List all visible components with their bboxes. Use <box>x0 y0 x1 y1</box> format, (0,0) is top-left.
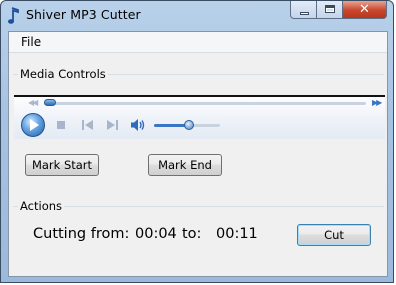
client-area: File Media Controls ◀◀ ▶▶ Mark Start Mar… <box>8 31 388 277</box>
stop-icon[interactable] <box>57 121 65 129</box>
app-window: Shiver MP3 Cutter ✕ File Media Controls … <box>0 0 394 283</box>
volume-icon[interactable] <box>130 118 146 132</box>
volume-level <box>154 124 187 127</box>
menu-bar: File <box>9 32 387 53</box>
play-icon <box>30 119 39 131</box>
actions-group <box>13 206 384 207</box>
fast-forward-icon[interactable]: ▶▶ <box>372 98 382 107</box>
to-label: to: <box>182 226 202 242</box>
seek-bar[interactable] <box>44 102 366 105</box>
media-controls-label: Media Controls <box>18 67 108 81</box>
close-button[interactable]: ✕ <box>343 1 387 19</box>
mark-end-button[interactable]: Mark End <box>148 154 222 176</box>
rewind-icon[interactable]: ◀◀ <box>28 98 38 107</box>
title-bar[interactable]: Shiver MP3 Cutter ✕ <box>1 1 393 31</box>
maximize-icon <box>325 5 335 13</box>
play-button[interactable] <box>21 113 45 137</box>
volume-thumb[interactable] <box>184 120 194 130</box>
minimize-icon <box>300 12 309 15</box>
maximize-button[interactable] <box>317 1 343 19</box>
minimize-button[interactable] <box>290 1 317 19</box>
menu-file[interactable]: File <box>21 35 41 49</box>
window-title: Shiver MP3 Cutter <box>26 7 141 22</box>
close-icon: ✕ <box>359 2 370 17</box>
media-player: ◀◀ ▶▶ <box>14 95 385 139</box>
to-time: 00:11 <box>216 226 258 242</box>
actions-label: Actions <box>18 199 65 213</box>
from-time: 00:04 <box>135 226 177 242</box>
seek-thumb[interactable] <box>44 99 56 106</box>
caption-buttons: ✕ <box>290 1 387 20</box>
mark-start-button[interactable]: Mark Start <box>25 154 99 176</box>
cut-button[interactable]: Cut <box>297 224 371 246</box>
cutting-from-label: Cutting from: <box>33 226 130 242</box>
previous-icon[interactable] <box>82 120 93 130</box>
next-icon[interactable] <box>107 120 118 130</box>
app-note-icon <box>8 7 19 24</box>
